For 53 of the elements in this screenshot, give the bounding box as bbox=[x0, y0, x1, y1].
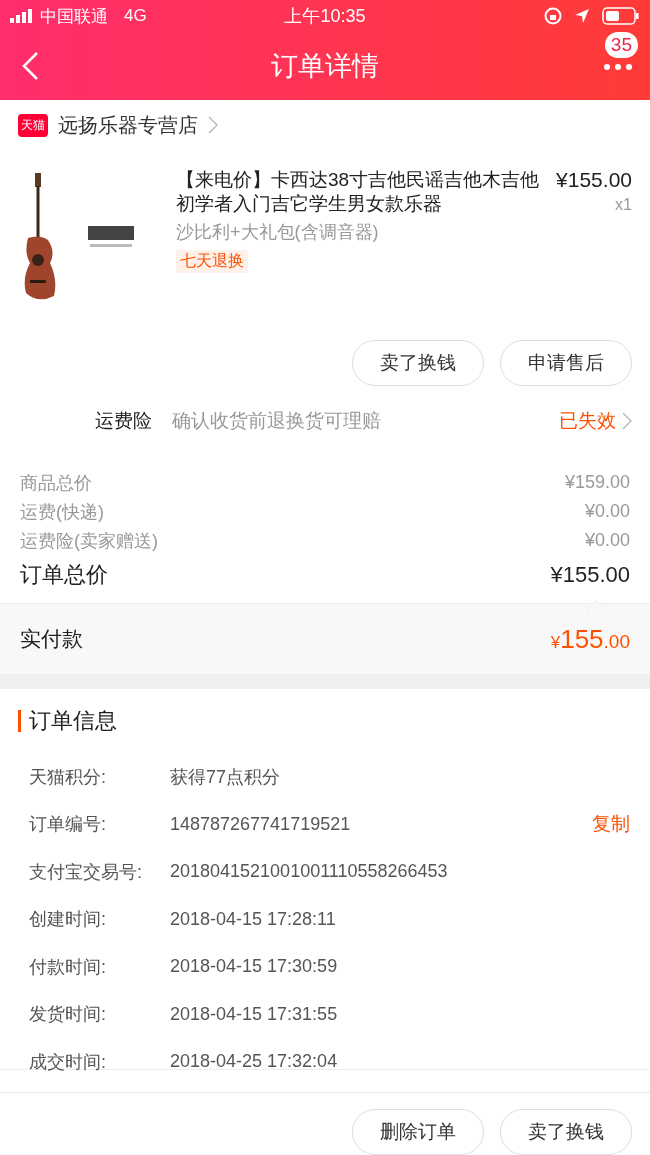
paid-amount: 155 bbox=[560, 623, 604, 655]
info-label: 发货时间: bbox=[29, 1003, 107, 1027]
cost-label: 运费险(卖家赠送) bbox=[20, 529, 158, 553]
signal-icon bbox=[10, 9, 34, 23]
insurance-label: 运费险 bbox=[95, 409, 152, 433]
cost-value: ¥159.00 bbox=[564, 472, 630, 493]
cost-label: 运费(快递) bbox=[20, 500, 104, 524]
info-label: 订单编号: bbox=[29, 813, 107, 837]
total-label: 订单总价 bbox=[20, 561, 108, 589]
info-value: 148787267741719521 bbox=[170, 813, 352, 835]
info-label: 创建时间: bbox=[29, 908, 107, 932]
info-value: 2018-04-15 17:28:11 bbox=[170, 908, 337, 930]
paid-currency: ¥ bbox=[550, 632, 561, 653]
info-label: 天猫积分: bbox=[29, 765, 107, 789]
cost-value: ¥0.00 bbox=[584, 501, 630, 522]
back-icon[interactable] bbox=[21, 51, 39, 81]
message-count-badge: 35 bbox=[604, 32, 638, 58]
tmall-badge: 天猫 bbox=[18, 113, 48, 137]
status-time: 上午10:35 bbox=[283, 5, 367, 28]
product-title[interactable]: 【来电价】卡西达38寸吉他民谣吉他木吉他初学者入门吉它学生男女款乐器 bbox=[176, 168, 545, 216]
action-button[interactable]: 申请售后 bbox=[500, 340, 632, 386]
action-button[interactable]: 删除订单 bbox=[352, 1109, 484, 1155]
product-quantity: x1 bbox=[614, 196, 632, 214]
info-label: 支付宝交易号: bbox=[29, 860, 143, 884]
section-title: 订单信息 bbox=[29, 707, 117, 735]
network-type: 4G bbox=[124, 6, 147, 26]
chevron-right-icon bbox=[622, 412, 632, 430]
info-value: 获得77点积分 bbox=[170, 765, 282, 789]
rotation-lock-icon bbox=[544, 7, 562, 25]
info-value: 2018041521001001110558266453 bbox=[170, 861, 449, 883]
battery-icon bbox=[602, 7, 640, 25]
info-label: 付款时间: bbox=[29, 955, 107, 979]
chevron-right-icon bbox=[208, 116, 218, 134]
shop-name[interactable]: 远扬乐器专营店 bbox=[58, 111, 198, 139]
info-value: 2018-04-15 17:30:59 bbox=[170, 956, 339, 978]
return-policy-tag: 七天退换 bbox=[176, 250, 248, 273]
action-button[interactable]: 卖了换钱 bbox=[500, 1109, 632, 1155]
cost-value: ¥0.00 bbox=[584, 530, 630, 551]
info-value: 2018-04-25 17:32:04 bbox=[170, 1051, 339, 1073]
info-label: 成交时间: bbox=[29, 1050, 107, 1074]
cost-label: 商品总价 bbox=[20, 471, 92, 495]
paid-label: 实付款 bbox=[20, 626, 83, 652]
location-arrow-icon bbox=[574, 8, 590, 24]
info-value: 2018-04-15 17:31:55 bbox=[170, 1003, 339, 1025]
page-title: 订单详情 bbox=[270, 50, 380, 83]
action-button[interactable]: 卖了换钱 bbox=[352, 340, 484, 386]
paid-decimals: .00 bbox=[603, 630, 630, 653]
total-value: ¥155.00 bbox=[550, 562, 630, 588]
more-icon[interactable] bbox=[604, 64, 632, 70]
product-variant: 沙比利+大礼包(含调音器) bbox=[176, 221, 380, 244]
carrier-name: 中国联通 bbox=[40, 5, 108, 28]
insurance-description: 确认收货前退换货可理赔 bbox=[172, 409, 382, 433]
product-price: ¥155.00 bbox=[556, 168, 632, 192]
